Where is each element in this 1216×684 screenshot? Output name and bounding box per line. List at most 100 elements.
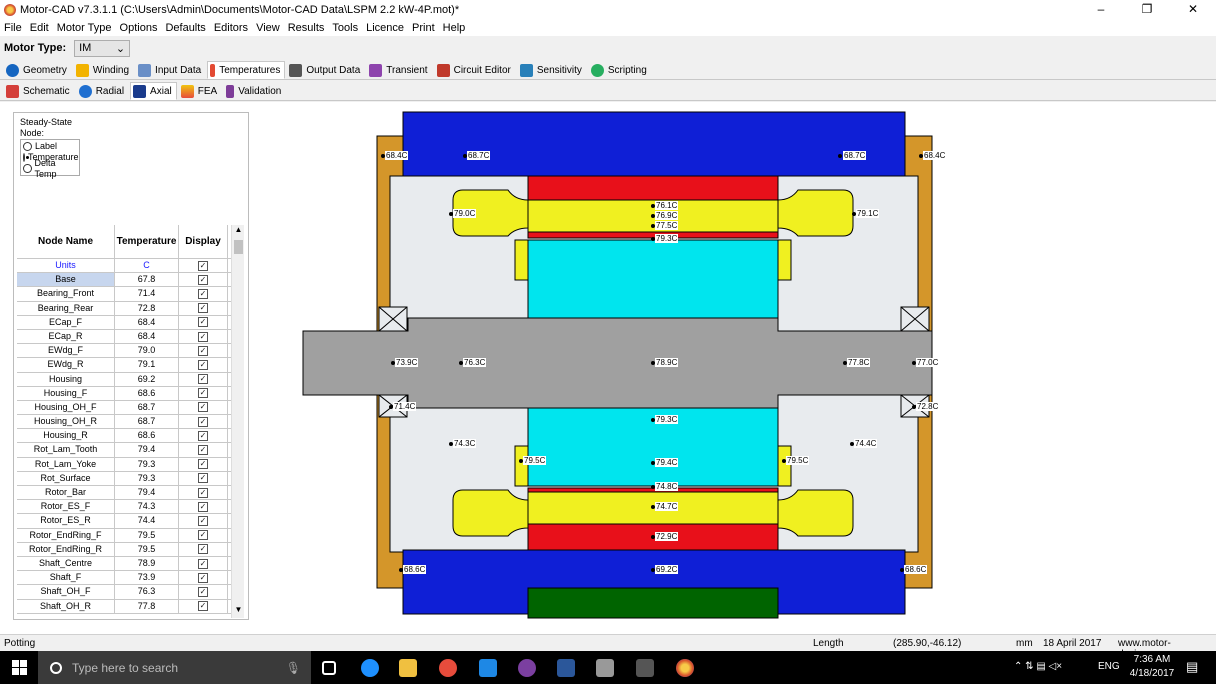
node-bearing-front-label: 71.4C bbox=[393, 402, 417, 411]
node-airgap-label: 74.8C bbox=[655, 482, 679, 491]
radial-icon bbox=[78, 84, 92, 98]
tab-transient[interactable]: Transient bbox=[366, 61, 432, 79]
node-dot bbox=[838, 154, 842, 158]
menu-motor-type[interactable]: Motor Type bbox=[57, 22, 112, 34]
status-bar: Potting Length (285.90,-46.12) mm 18 Apr… bbox=[0, 634, 1216, 660]
photos-icon[interactable] bbox=[636, 659, 654, 677]
tab-scripting[interactable]: Scripting bbox=[588, 61, 652, 79]
tab-fea[interactable]: FEA bbox=[178, 82, 222, 100]
zalo-icon[interactable] bbox=[479, 659, 497, 677]
node-rotor-bar-label: 79.4C bbox=[655, 458, 679, 467]
rotor-top bbox=[527, 239, 779, 319]
status-length-label: Length bbox=[813, 638, 844, 649]
base bbox=[527, 587, 779, 619]
chrome-icon[interactable] bbox=[439, 659, 457, 677]
status-mode: Potting bbox=[4, 638, 36, 649]
menu-results[interactable]: Results bbox=[288, 22, 325, 34]
thermometer-icon bbox=[210, 63, 216, 77]
tab-input-data[interactable]: Input Data bbox=[135, 61, 206, 79]
tab-validation[interactable]: Validation bbox=[223, 82, 286, 100]
motor-type-bar: Motor Type: IM ⌄ bbox=[0, 37, 1216, 59]
paint-icon[interactable] bbox=[596, 659, 614, 677]
menu-print[interactable]: Print bbox=[412, 22, 435, 34]
menu-licence[interactable]: Licence bbox=[366, 22, 404, 34]
sensitivity-icon bbox=[519, 63, 533, 77]
status-date: 18 April 2017 bbox=[1043, 638, 1102, 649]
node-rot-surface-bottom-label: 79.3C bbox=[655, 415, 679, 424]
close-button[interactable]: ✕ bbox=[1170, 0, 1216, 19]
node-shaft-f-label: 73.9C bbox=[395, 358, 419, 367]
tab-sensitivity[interactable]: Sensitivity bbox=[517, 61, 587, 79]
node-winding-3-label: 77.5C bbox=[655, 221, 679, 230]
menu-edit[interactable]: Edit bbox=[30, 22, 49, 34]
tab-axial[interactable]: Axial bbox=[130, 82, 177, 100]
node-ecap-r-label: 68.4C bbox=[923, 151, 947, 160]
tab-circuit-editor[interactable]: Circuit Editor bbox=[434, 61, 516, 79]
node-ecap-f-label: 68.4C bbox=[385, 151, 409, 160]
node-winding-1-label: 76.1C bbox=[655, 201, 679, 210]
menu-defaults[interactable]: Defaults bbox=[165, 22, 205, 34]
winding-icon bbox=[75, 63, 89, 77]
tab-output-data[interactable]: Output Data bbox=[286, 61, 365, 79]
node-shaft-r-label: 77.0C bbox=[916, 358, 940, 367]
housing-top bbox=[402, 111, 906, 177]
play-icon bbox=[590, 63, 604, 77]
task-view-icon[interactable] bbox=[322, 661, 336, 675]
tab-temperatures[interactable]: Temperatures bbox=[207, 61, 286, 79]
maximize-button[interactable]: ❐ bbox=[1124, 0, 1170, 19]
motor-type-select[interactable]: IM ⌄ bbox=[74, 39, 131, 57]
tab-radial[interactable]: Radial bbox=[76, 82, 129, 100]
motorcad-taskbar-icon[interactable] bbox=[676, 659, 694, 677]
clock-date[interactable]: 4/18/2017 bbox=[1127, 668, 1177, 679]
menu-options[interactable]: Options bbox=[120, 22, 158, 34]
tray-icons[interactable]: ⌃ ⇅ ▤ ◁× bbox=[1014, 661, 1062, 672]
window-title: Motor-CAD v7.3.1.1 (C:\Users\Admin\Docum… bbox=[20, 3, 460, 16]
notification-icon[interactable]: ▤ bbox=[1186, 659, 1198, 675]
node-shaft-oh-r-label: 77.8C bbox=[847, 358, 871, 367]
table-icon bbox=[289, 63, 303, 77]
tab-winding[interactable]: Winding bbox=[73, 61, 134, 79]
axial-cross-section bbox=[302, 111, 933, 619]
end-ring-front-top bbox=[514, 239, 529, 281]
tab-geometry[interactable]: Geometry bbox=[3, 61, 72, 79]
menu-help[interactable]: Help bbox=[443, 22, 466, 34]
node-ewdg-f-label: 79.0C bbox=[453, 209, 477, 218]
fea-icon bbox=[180, 84, 194, 98]
microphone-icon[interactable]: 🎙 bbox=[286, 661, 301, 675]
end-ring-rear-bottom bbox=[777, 445, 792, 487]
menu-tools[interactable]: Tools bbox=[332, 22, 358, 34]
edge-icon[interactable] bbox=[361, 659, 379, 677]
status-coords: (285.90,-46.12) bbox=[893, 638, 962, 649]
node-ewdg-r-label: 79.1C bbox=[856, 209, 880, 218]
menu-editors[interactable]: Editors bbox=[214, 22, 248, 34]
node-endring-f-label: 79.5C bbox=[523, 456, 547, 465]
minimize-button[interactable]: – bbox=[1078, 0, 1124, 19]
chevron-down-icon: ⌄ bbox=[115, 42, 126, 55]
tab-schematic[interactable]: Schematic bbox=[3, 82, 75, 100]
taskbar-search[interactable]: Type here to search 🎙 bbox=[38, 651, 311, 684]
menu-file[interactable]: File bbox=[4, 22, 22, 34]
sub-tab-bar: Schematic Radial Axial FEA Validation bbox=[0, 81, 1216, 101]
node-rot-surface-top-label: 79.3C bbox=[655, 234, 679, 243]
end-ring-front-bottom bbox=[514, 445, 529, 487]
viber-icon[interactable] bbox=[518, 659, 536, 677]
windows-start-icon[interactable] bbox=[12, 660, 27, 675]
word-icon[interactable] bbox=[557, 659, 575, 677]
schematic-icon bbox=[6, 84, 19, 98]
clock-time[interactable]: 7:36 AM bbox=[1127, 654, 1177, 665]
app-icon bbox=[4, 3, 16, 16]
node-rotor-es-r-label: 74.4C bbox=[854, 439, 878, 448]
motor-type-label: Motor Type: bbox=[4, 42, 67, 54]
main-tab-bar: Geometry Winding Input Data Temperatures… bbox=[0, 60, 1216, 80]
node-shaft-centre-label: 78.9C bbox=[655, 358, 679, 367]
file-explorer-icon[interactable] bbox=[399, 659, 417, 677]
end-ring-rear-top bbox=[777, 239, 792, 281]
search-placeholder: Type here to search bbox=[72, 660, 179, 675]
menu-view[interactable]: View bbox=[256, 22, 280, 34]
transient-chart-icon bbox=[369, 63, 383, 77]
geometry-icon bbox=[6, 63, 19, 77]
status-unit: mm bbox=[1016, 638, 1033, 649]
node-endring-r-label: 79.5C bbox=[786, 456, 810, 465]
node-housing-r-label: 68.6C bbox=[904, 565, 928, 574]
language-indicator[interactable]: ENG bbox=[1098, 661, 1120, 672]
